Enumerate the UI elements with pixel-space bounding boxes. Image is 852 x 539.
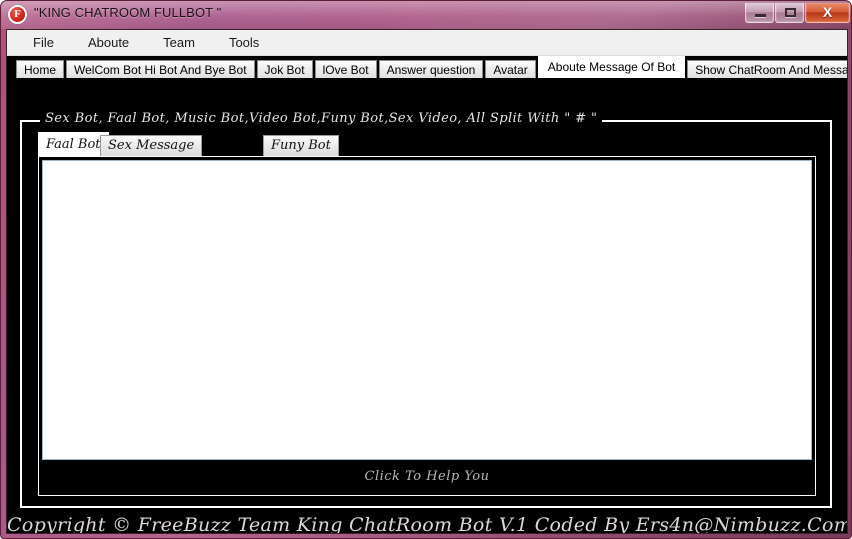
tab-home[interactable]: Home [16, 60, 65, 78]
window-controls: X [744, 3, 850, 23]
tab-love-bot[interactable]: lOve Bot [314, 60, 377, 78]
menu-item-team[interactable]: Team [151, 32, 207, 53]
menu-item-aboute[interactable]: Aboute [76, 32, 141, 53]
window-title: "KING CHATROOM FULLBOT " [34, 5, 222, 20]
menu-bar: File Aboute Team Tools [7, 30, 847, 56]
restore-icon [785, 8, 796, 17]
menu-item-tools[interactable]: Tools [217, 32, 271, 53]
tab-jok-bot[interactable]: Jok Bot [256, 60, 313, 78]
close-button[interactable]: X [805, 3, 850, 23]
close-icon: X [822, 4, 833, 20]
groupbox-label: Sex Bot, Faal Bot, Music Bot,Video Bot,F… [40, 111, 603, 126]
tab-page-aboute-message: Sex Bot, Faal Bot, Music Bot,Video Bot,F… [7, 78, 847, 533]
bot-message-groupbox: Sex Bot, Faal Bot, Music Bot,Video Bot,F… [20, 111, 832, 508]
inner-tab-page-faal-bot: Click To Help You [38, 156, 816, 496]
client-area: File Aboute Team Tools Home WelCom Bot H… [6, 29, 848, 534]
inner-tab-funy-bot[interactable]: Funy Bot [263, 135, 339, 156]
inner-tab-faal-bot[interactable]: Faal Bot [38, 132, 109, 156]
main-tab-strip: Home WelCom Bot Hi Bot And Bye Bot Jok B… [7, 56, 847, 78]
inner-tab-sex-message[interactable]: Sex Message [100, 135, 203, 156]
minimize-button[interactable] [745, 3, 774, 23]
restore-button[interactable] [775, 3, 804, 23]
tab-welcom-bot[interactable]: WelCom Bot Hi Bot And Bye Bot [66, 60, 255, 78]
helper-hint-label: Click To Help You [364, 469, 490, 484]
inner-tab-strip: Faal Bot Sex Message Funy Bot [38, 132, 816, 156]
tab-avatar[interactable]: Avatar [485, 60, 536, 78]
tab-answer-question[interactable]: Answer question [378, 60, 484, 78]
bot-message-textarea[interactable] [42, 160, 812, 460]
title-bar[interactable]: F "KING CHATROOM FULLBOT " X [1, 1, 852, 29]
tab-show-chatroom-and-message[interactable]: Show ChatRoom And Message [687, 60, 847, 78]
tab-aboute-message-of-bot[interactable]: Aboute Message Of Bot [537, 56, 686, 78]
minimize-icon [755, 14, 766, 17]
copyright-label: Copyright © FreeBuzz Team King ChatRoom … [7, 514, 848, 534]
application-window: F "KING CHATROOM FULLBOT " X File Aboute… [0, 0, 852, 539]
menu-item-file[interactable]: File [21, 32, 66, 53]
freebuzz-logo-icon[interactable]: F [8, 5, 27, 24]
app-icon-letter: F [14, 8, 21, 20]
